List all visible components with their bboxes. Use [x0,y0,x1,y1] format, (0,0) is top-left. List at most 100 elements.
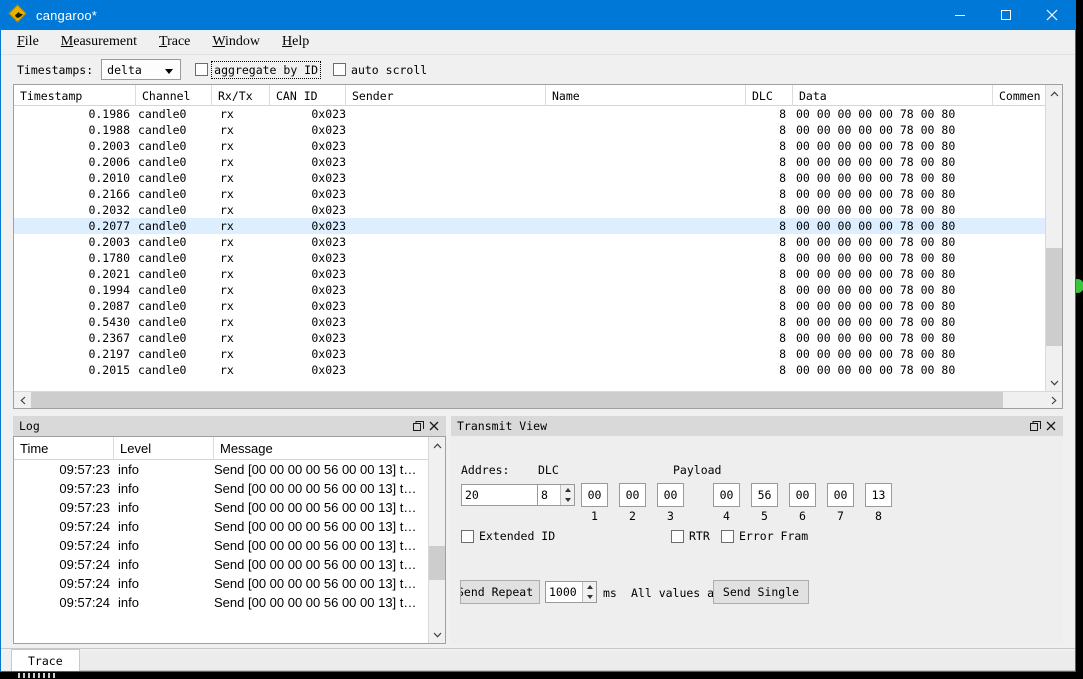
column-header-rxtx[interactable]: Rx/Tx [212,85,270,106]
scroll-left-icon[interactable] [14,392,31,408]
payload-byte-2[interactable]: 00 [619,483,646,507]
log-row[interactable]: 09:57:23 info Send [00 00 00 00 56 00 00 1… [14,460,428,479]
aggregate-checkbox-box[interactable] [195,63,209,76]
rtr-checkbox[interactable]: RTR [671,529,710,543]
dlc-spinner-down-icon[interactable] [561,495,574,505]
trace-cell-timestamp: 0.1988 [88,123,130,137]
log-scroll-down-icon[interactable] [429,626,445,643]
trace-cell-sender [352,346,542,362]
trace-cell-channel: candle0 [138,331,187,345]
transmit-close-icon[interactable] [1043,418,1059,434]
menu-file[interactable]: File [11,32,49,52]
trace-hscroll-thumb[interactable] [31,392,1003,408]
trace-row[interactable]: 0.2367 candle0 rx 0x023 8 00 00 00 00 00 78 0… [14,330,1045,346]
trace-row[interactable]: 0.1986 candle0 rx 0x023 8 00 00 00 00 00 78 0… [14,106,1045,122]
menu-trace[interactable]: Trace [153,32,200,52]
trace-row[interactable]: 0.2006 candle0 rx 0x023 8 00 00 00 00 00 78 0… [14,154,1045,170]
timestamps-select[interactable]: delta [101,59,182,80]
scroll-down-icon[interactable] [1046,374,1062,391]
extended-id-checkbox-box[interactable] [461,529,474,543]
trace-scroll-thumb[interactable] [1046,248,1062,346]
payload-byte-7[interactable]: 00 [827,483,854,507]
trace-row[interactable]: 0.2032 candle0 rx 0x023 8 00 00 00 00 00 78 0… [14,202,1045,218]
trace-row[interactable]: 0.1994 candle0 rx 0x023 8 00 00 00 00 00 78 0… [14,282,1045,298]
interval-spinner-down-icon[interactable] [583,592,596,602]
log-float-icon[interactable] [410,418,426,434]
trace-row[interactable]: 0.2197 candle0 rx 0x023 8 00 00 00 00 00 78 0… [14,346,1045,362]
trace-row[interactable]: 0.2003 candle0 rx 0x023 8 00 00 00 00 00 78 0… [14,138,1045,154]
trace-row[interactable]: 0.2166 candle0 rx 0x023 8 00 00 00 00 00 78 0… [14,186,1045,202]
payload-byte-1[interactable]: 00 [581,483,608,507]
dlc-spinner-up-icon[interactable] [561,485,574,495]
trace-row[interactable]: 0.2021 candle0 rx 0x023 8 00 00 00 00 00 78 0… [14,266,1045,282]
log-row[interactable]: 09:57:24 info Send [00 00 00 00 56 00 00 1… [14,555,428,574]
trace-rows-container[interactable]: 0.1986 candle0 rx 0x023 8 00 00 00 00 00 78 0… [14,106,1045,391]
close-button[interactable] [1029,0,1075,30]
menu-measurement[interactable]: Measurement [55,32,147,52]
column-header-channel[interactable]: Channel [136,85,212,106]
column-header-sender[interactable]: Sender [346,85,546,106]
payload-byte-8[interactable]: 13 [865,483,892,507]
interval-spinner[interactable]: 1000 [545,581,597,603]
trace-row[interactable]: 0.2010 candle0 rx 0x023 8 00 00 00 00 00 78 0… [14,170,1045,186]
trace-row[interactable]: 0.5430 candle0 rx 0x023 8 00 00 00 00 00 78 0… [14,314,1045,330]
log-row[interactable]: 09:57:24 info Send [00 00 00 00 56 00 00 1… [14,593,428,612]
minimize-button[interactable] [937,0,983,30]
auto-scroll-checkbox[interactable]: auto scroll [333,63,427,77]
dlc-spinner[interactable]: 8 [537,484,575,506]
log-row[interactable]: 09:57:24 info Send [00 00 00 00 56 00 00 1… [14,536,428,555]
trace-row[interactable]: 0.1780 candle0 rx 0x023 8 00 00 00 00 00 78 0… [14,250,1045,266]
rtr-checkbox-box[interactable] [671,529,684,543]
trace-cell-rxtx: rx [220,235,234,249]
interval-spinner-up-icon[interactable] [583,582,596,592]
transmit-float-icon[interactable] [1027,418,1043,434]
trace-cell-channel: candle0 [138,139,187,153]
log-row[interactable]: 09:57:24 info Send [00 00 00 00 56 00 00 1… [14,517,428,536]
payload-byte-6[interactable]: 00 [789,483,816,507]
log-row[interactable]: 09:57:23 info Send [00 00 00 00 56 00 00 1… [14,498,428,517]
tab-trace[interactable]: Trace [11,649,80,671]
column-header-name[interactable]: Name [546,85,746,106]
extended-id-checkbox[interactable]: Extended ID [461,529,555,543]
trace-vertical-scrollbar[interactable] [1045,85,1062,391]
aggregate-by-id-checkbox[interactable]: aggregate by ID [195,60,322,79]
log-scroll-up-icon[interactable] [429,437,445,454]
address-input[interactable]: 20 [461,484,549,506]
column-header-data[interactable]: Data [793,85,993,106]
log-row[interactable]: 09:57:23 info Send [00 00 00 00 56 00 00 1… [14,479,428,498]
log-column-message[interactable]: Message [214,437,414,460]
trace-row[interactable]: 0.2087 candle0 rx 0x023 8 00 00 00 00 00 78 0… [14,298,1045,314]
payload-byte-5[interactable]: 56 [751,483,778,507]
error-frame-checkbox[interactable]: Error Fram [721,529,808,543]
trace-scroll-track[interactable] [1046,102,1062,374]
log-column-level[interactable]: Level [114,437,214,460]
autoscroll-checkbox-box[interactable] [333,63,347,76]
log-column-time[interactable]: Time [14,437,114,460]
menu-help[interactable]: Help [276,32,319,52]
trace-row[interactable]: 0.1988 candle0 rx 0x023 8 00 00 00 00 00 78 0… [14,122,1045,138]
send-single-button[interactable]: Send Single [713,580,809,604]
column-header-timestamp[interactable]: Timestamp [14,85,136,106]
log-scroll-thumb[interactable] [429,546,445,580]
scroll-right-icon[interactable] [1045,392,1062,408]
maximize-button[interactable] [983,0,1029,30]
payload-byte-3[interactable]: 00 [657,483,684,507]
send-repeat-button[interactable]: Send Repeat [460,580,540,604]
log-rows-container[interactable]: 09:57:23 info Send [00 00 00 00 56 00 00 1… [14,460,428,643]
log-scroll-track[interactable] [429,454,445,626]
log-vertical-scrollbar[interactable] [428,437,445,643]
trace-row[interactable]: 0.2077 candle0 rx 0x023 8 00 00 00 00 00 78 0… [14,218,1045,234]
log-row[interactable]: 09:57:24 info Send [00 00 00 00 56 00 00 1… [14,574,428,593]
trace-horizontal-scrollbar[interactable] [14,391,1062,408]
trace-cell-name [552,202,742,218]
trace-row[interactable]: 0.2015 candle0 rx 0x023 8 00 00 00 00 00 78 0… [14,362,1045,378]
payload-byte-4[interactable]: 00 [713,483,740,507]
log-close-icon[interactable] [426,418,442,434]
menu-window[interactable]: Window [206,32,270,52]
column-header-dlc[interactable]: DLC [746,85,793,106]
trace-hscroll-track[interactable] [31,392,1045,408]
trace-row[interactable]: 0.2003 candle0 rx 0x023 8 00 00 00 00 00 78 0… [14,234,1045,250]
error-frame-checkbox-box[interactable] [721,529,734,543]
column-header-canid[interactable]: CAN ID [270,85,346,106]
log-cell-message: Send [00 00 00 00 56 00 00 13] t… [214,500,417,515]
